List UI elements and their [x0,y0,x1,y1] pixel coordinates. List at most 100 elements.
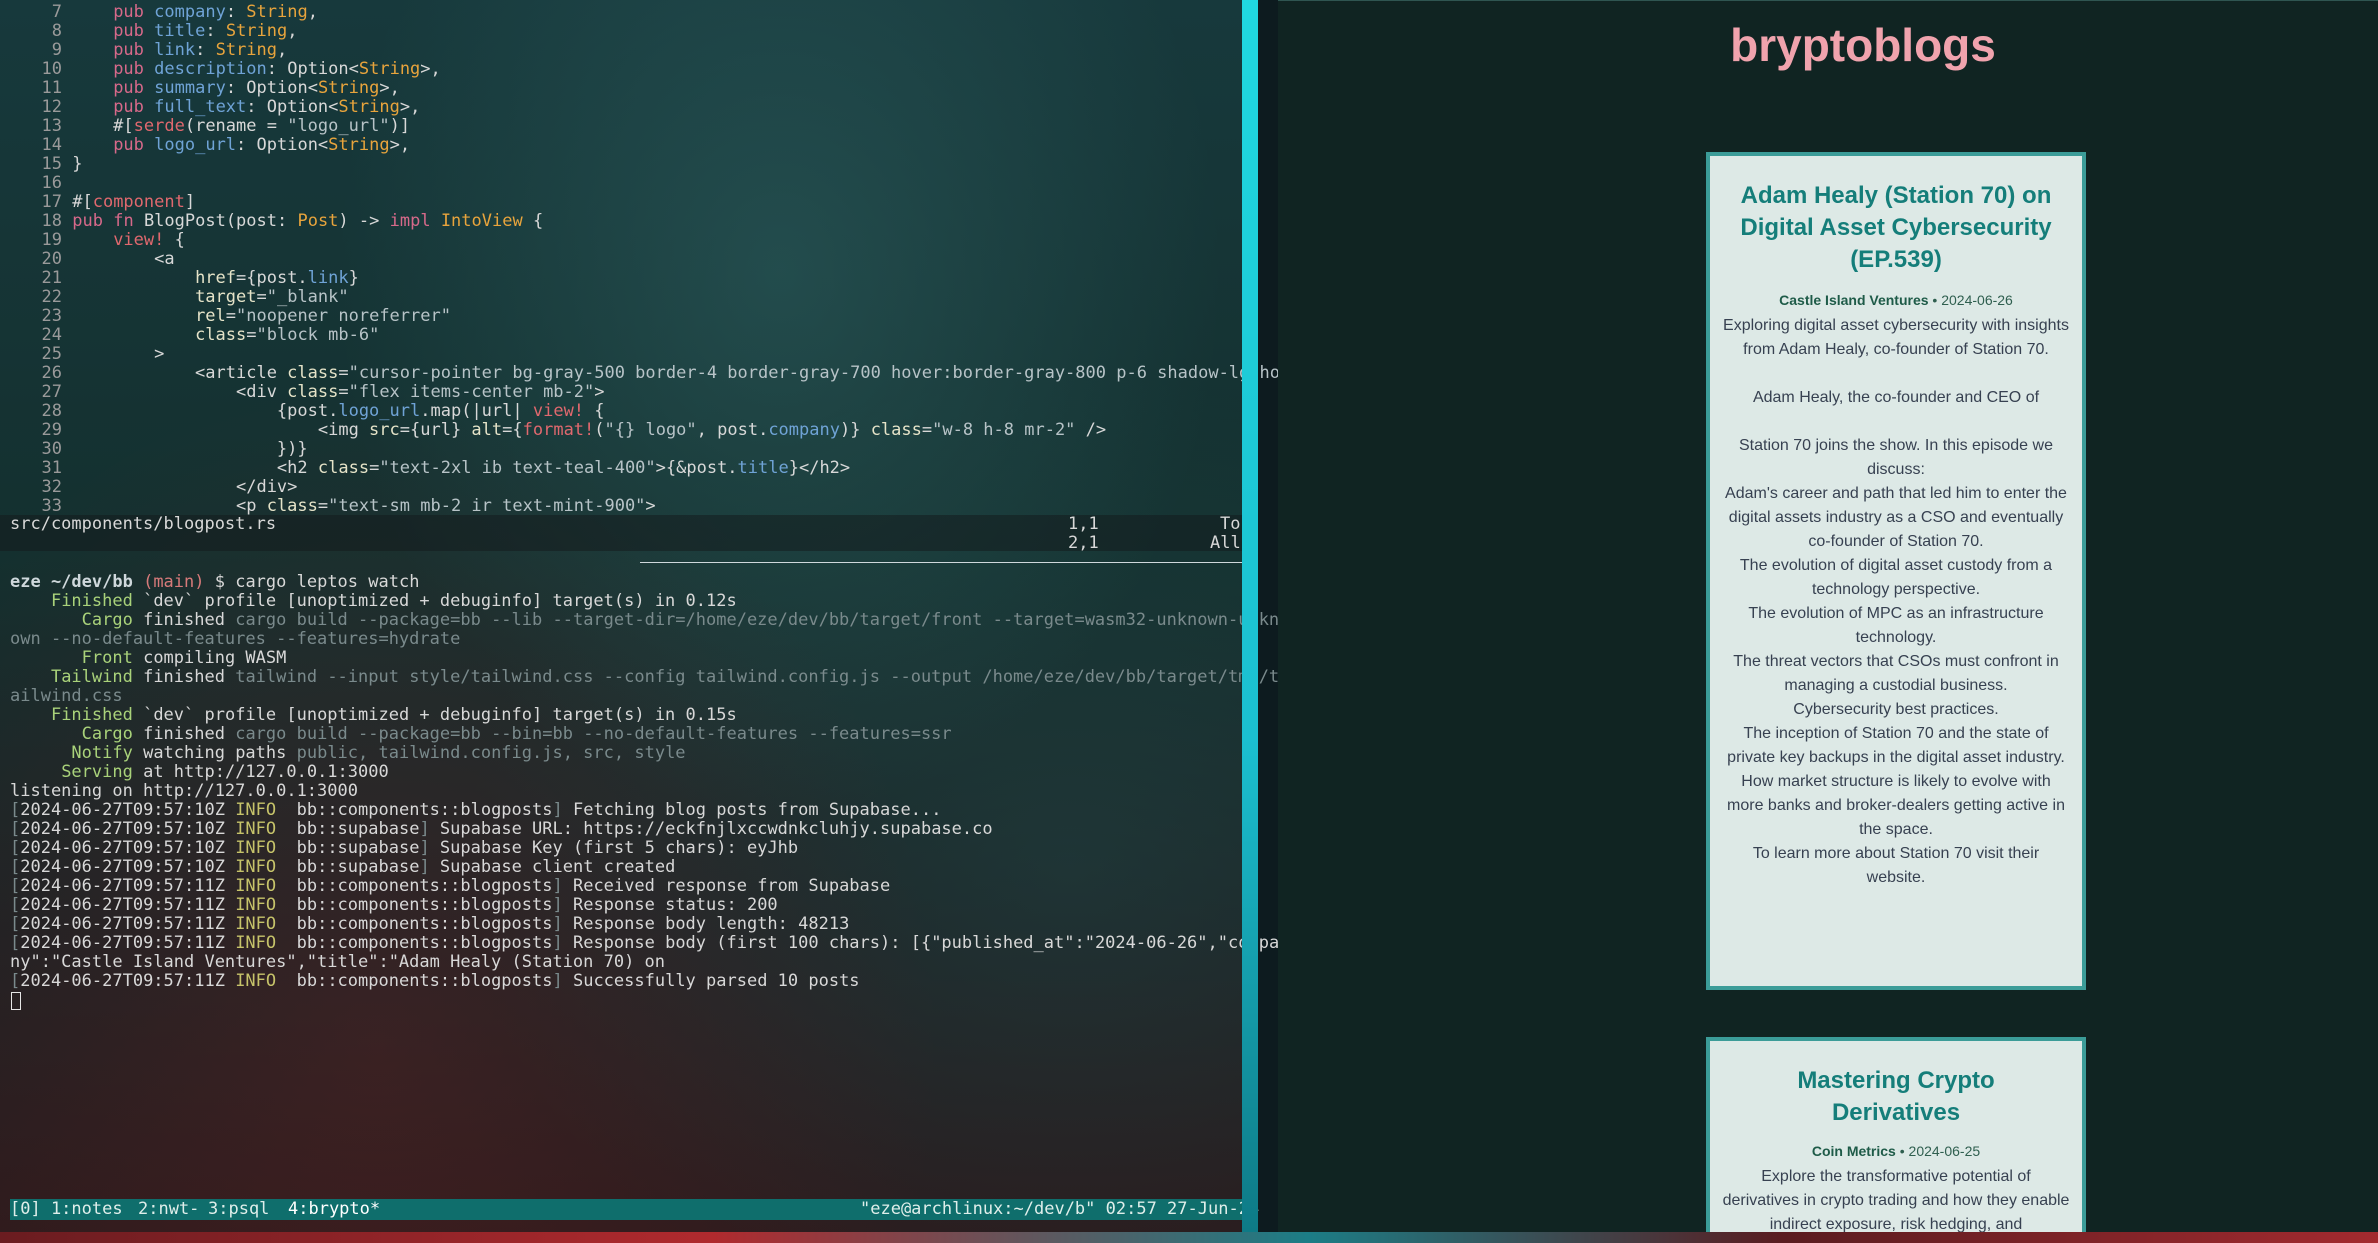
code-text: pub logo_url: Option<String>, [113,135,411,155]
post-date: 2024-06-25 [1908,1143,1981,1159]
code-text: pub fn BlogPost(post: Post) -> impl Into… [72,211,544,231]
summary-paragraph: Exploring digital asset cybersecurity wi… [1723,317,2069,358]
pane-divider[interactable] [640,562,1252,563]
summary-paragraph: Adam Healy, the co-founder and CEO of [1752,389,2040,406]
tmux-window-nwt[interactable]: 2:nwt- [138,1199,199,1220]
terminal-output-line: [2024-06-27T09:57:10Z INFO bb::supabase]… [10,838,799,858]
browser-top-border [1278,0,2378,1]
code-line: 29 <img src={url} alt={format!("{} logo"… [10,420,1107,440]
code-text: rel="noopener noreferrer" [195,306,451,326]
line-number: 25 [41,344,62,364]
blog-post-card[interactable]: Adam Healy (Station 70) on Digital Asset… [1706,152,2086,990]
post-meta: Castle Island Ventures • 2024-06-26 [1710,292,2082,308]
terminal-output-line: eze ~/dev/bb (main) $ cargo leptos watch [10,572,420,592]
code-line: 27 <div class="flex items-center mb-2"> [10,383,605,402]
line-number: 20 [41,249,62,269]
code-text: {post.logo_url.map(|url| view! { [62,401,605,421]
code-line: 8 pub title: String, [10,22,298,41]
line-number: 30 [41,439,62,459]
tmux-window-psql[interactable]: 3:psql [208,1199,269,1220]
terminal-output-line: ny":"Castle Island Ventures","title":"Ad… [10,952,666,972]
summary-paragraph: The threat vectors that CSOs must confro… [1733,653,2059,694]
summary-paragraph: Adam's career and path that led him to e… [1725,485,2067,550]
line-number: 7 [51,2,62,22]
line-number: 26 [41,363,62,383]
code-text: target="_blank" [195,287,349,307]
summary-paragraph [1722,362,2070,386]
code-text: class="block mb-6" [195,325,380,345]
terminal-output-line: [2024-06-27T09:57:11Z INFO bb::component… [10,895,778,915]
code-line: 16 [10,174,72,193]
code-text: <h2 class="text-2xl ib text-teal-400">{&… [62,458,851,478]
terminal-output-line: Notify watching paths public, tailwind.c… [71,743,686,763]
terminal-output-line: ailwind.css [10,686,123,706]
summary-paragraph: Cybersecurity best practices. [1793,701,1999,718]
line-number: 22 [41,287,62,307]
desktop-wallpaper-strip [0,1232,2378,1243]
code-text: view! { [113,230,185,250]
summary-paragraph: Explore the transformative potential of … [1722,1168,2070,1232]
code-text: } [62,154,83,174]
code-text: <p class="text-sm mb-2 ir text-mint-900"… [62,496,656,516]
tmux-window-brypto[interactable]: 4:brypto* [288,1199,380,1220]
blog-post-card[interactable]: Mastering Crypto Derivatives Coin Metric… [1706,1037,2086,1232]
line-number: 21 [41,268,62,288]
code-line: 9 pub link: String, [10,40,288,60]
line-number: 23 [41,306,62,326]
tmux-window-notes[interactable]: [0] 1:notes [10,1199,123,1220]
summary-paragraph: To learn more about Station 70 visit the… [1752,845,2040,886]
code-text: <a [62,249,175,269]
code-line: 30 })} [10,440,308,459]
line-number: 32 [41,477,62,497]
line-number: 10 [41,59,62,79]
terminal-output-line: [2024-06-27T09:57:10Z INFO bb::component… [10,800,942,820]
line-number: 27 [41,382,62,402]
summary-paragraph: The evolution of digital asset custody f… [1739,557,2053,598]
code-text: <article class="cursor-pointer bg-gray-5… [62,363,1280,383]
summary-paragraph: The inception of Station 70 and the stat… [1727,725,2065,766]
code-line: 10 pub description: Option<String>, [10,60,441,79]
code-line: 23 rel="noopener noreferrer" [10,307,451,326]
line-number: 31 [41,458,62,478]
terminal-output-line: [2024-06-27T09:57:11Z INFO bb::component… [10,876,891,896]
tmux-status-right: "eze@archlinux:~/dev/b" 02:57 27-Jun-24 [860,1199,1260,1219]
code-text: </div> [62,477,298,497]
meta-separator: • [1928,292,1942,308]
vim-cursor-position-2: 2,1 [1068,533,1099,553]
post-company: Coin Metrics [1811,1143,1896,1159]
site-title: bryptoblogs [1730,19,1996,71]
code-line: 13 #[serde(rename = "logo_url")] [10,116,411,136]
code-line: 21 href={post.link} [10,269,359,288]
line-number: 28 [41,401,62,421]
line-number: 13 [41,116,62,136]
code-text: })} [62,439,308,459]
code-line: 7 pub company: String, [10,3,318,22]
terminal-output-line: [2024-06-27T09:57:10Z INFO bb::supabase]… [10,819,993,839]
line-number: 11 [41,78,62,98]
terminal-window[interactable]: 7 pub company: String, 8 pub title: Strin… [0,0,1280,1232]
line-number: 24 [41,325,62,345]
post-company: Castle Island Ventures [1779,292,1929,308]
code-text: pub summary: Option<String>, [113,78,400,98]
tmux-status-bar: [0] 1:notes 2:nwt- 3:psql 4:brypto* "eze… [10,1199,1259,1220]
line-number: 9 [51,40,62,60]
vim-status-line: src/components/blogpost.rs 1,1 Top 2,1 A… [0,514,1251,553]
terminal-output-line: Tailwind finished tailwind --input style… [50,667,1280,687]
browser-viewport[interactable]: bryptoblogs Adam Healy (Station 70) on D… [1278,0,2378,1232]
line-number: 15 [41,154,62,174]
line-number: 19 [41,230,62,250]
line-number: 8 [51,21,62,41]
terminal-output-line: Finished `dev` profile [unoptimized + de… [50,591,737,611]
code-text: pub full_text: Option<String>, [113,97,421,117]
code-text: pub title: String, [113,21,298,41]
line-number: 14 [41,135,62,155]
meta-separator: • [1895,1143,1909,1159]
line-number: 29 [41,420,62,440]
vim-cursor-position: 1,1 [1068,514,1099,534]
terminal-output-line: Finished `dev` profile [unoptimized + de… [50,705,737,725]
code-text: pub company: String, [113,2,318,22]
code-line: 25 > [10,344,165,364]
terminal-output-line: Serving at http://127.0.0.1:3000 [61,762,389,782]
code-text: href={post.link} [195,268,359,288]
post-date: 2024-06-26 [1941,292,2013,308]
